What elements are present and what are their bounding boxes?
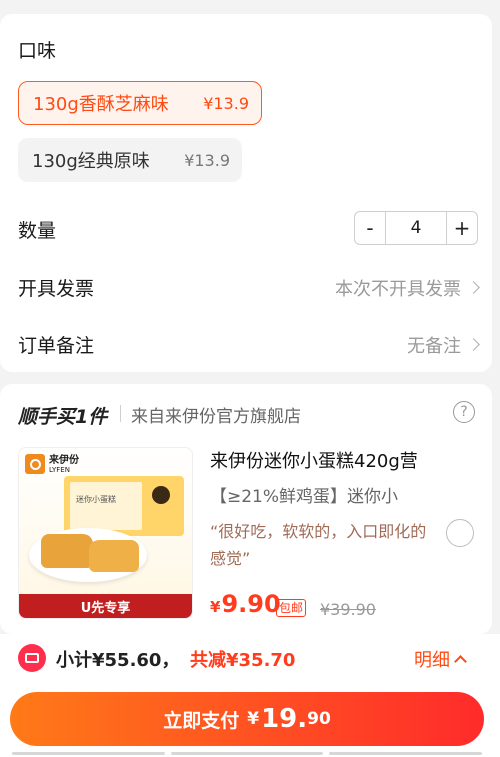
quantity-label: 数量 — [18, 220, 57, 242]
brand-name-en: LYFEN — [49, 465, 70, 474]
detail-button[interactable]: 明细 — [414, 646, 467, 672]
discount-total: 共减¥35.70 — [190, 650, 296, 671]
flavor-option-price: ¥13.9 — [203, 93, 249, 113]
product-photo: 来伊份 LYFEN 迷你小蛋糕 — [19, 448, 192, 596]
addon-source: 来自来伊份官方旗舰店 — [131, 407, 301, 427]
product-title[interactable]: 来伊份迷你小蛋糕420g营 — [210, 447, 418, 473]
exclusive-banner: U先专享 — [19, 594, 192, 618]
quantity-stepper: - 4 + — [354, 211, 478, 245]
brand-logo: 来伊份 LYFEN — [25, 454, 79, 474]
addon-title: 顺手买1件 — [18, 406, 108, 428]
chevron-right-icon — [467, 338, 480, 351]
chevron-right-icon — [467, 281, 480, 294]
subtotal: 小计¥55.60， — [56, 650, 180, 671]
original-price: ¥39.90 — [320, 600, 376, 619]
detail-label: 明细 — [414, 650, 450, 671]
flavor-option-name: 130g经典原味 — [32, 151, 150, 172]
help-icon[interactable]: ? — [453, 401, 475, 423]
product-price: ¥ 9.90 — [210, 590, 281, 618]
remark-value: 无备注 — [407, 335, 461, 357]
brand-logo-icon — [25, 454, 45, 474]
cake — [41, 534, 93, 568]
flavor-label: 口味 — [18, 40, 57, 62]
flavor-option-price: ¥13.9 — [184, 150, 230, 170]
invoice-row[interactable]: 开具发票 本次不开具发票 — [18, 274, 482, 301]
flavor-option-original[interactable]: 130g经典原味 ¥13.9 — [18, 138, 242, 182]
cake — [89, 540, 139, 572]
invoice-value: 本次不开具发票 — [335, 278, 461, 300]
pay-label: 立即支付 — [163, 709, 240, 732]
increase-button[interactable]: + — [447, 212, 477, 244]
product-box: 迷你小蛋糕 — [64, 476, 184, 536]
product-subtitle: 【≥21%鲜鸡蛋】迷你小 — [210, 487, 399, 507]
decrease-button[interactable]: - — [355, 212, 385, 244]
invoice-label: 开具发票 — [18, 278, 95, 300]
coupon-icon — [18, 644, 46, 672]
free-shipping-badge: 包邮 — [276, 599, 307, 617]
pay-now-button[interactable]: 立即支付 ¥ 19. 90 — [10, 692, 484, 746]
remark-label: 订单备注 — [18, 335, 95, 357]
product-review-quote: “很好吃，软软的，入口即化的感觉” — [210, 522, 427, 568]
brand-name-cn: 来伊份 — [49, 454, 79, 466]
divider — [120, 405, 121, 422]
flavor-option-name: 130g香酥芝麻味 — [33, 94, 169, 115]
stamp-icon — [152, 486, 170, 504]
currency-symbol: ¥ — [210, 598, 221, 616]
pay-amount-integer: 19. — [261, 704, 308, 734]
box-label: 迷你小蛋糕 — [76, 495, 116, 504]
price-value: 9.90 — [221, 590, 281, 618]
flavor-option-sesame[interactable]: 130g香酥芝麻味 ¥13.9 — [18, 81, 262, 125]
remark-row[interactable]: 订单备注 无备注 — [18, 331, 482, 358]
order-options-card — [0, 14, 492, 372]
pay-amount-decimal: 90 — [307, 709, 331, 729]
quantity-input[interactable]: 4 — [385, 212, 447, 244]
chevron-up-icon — [454, 655, 467, 668]
product-image[interactable]: 来伊份 LYFEN 迷你小蛋糕 U先专享 — [18, 447, 193, 619]
currency-symbol: ¥ — [247, 709, 260, 729]
page-indicator — [12, 752, 483, 755]
addon-select-checkbox[interactable] — [446, 519, 474, 547]
